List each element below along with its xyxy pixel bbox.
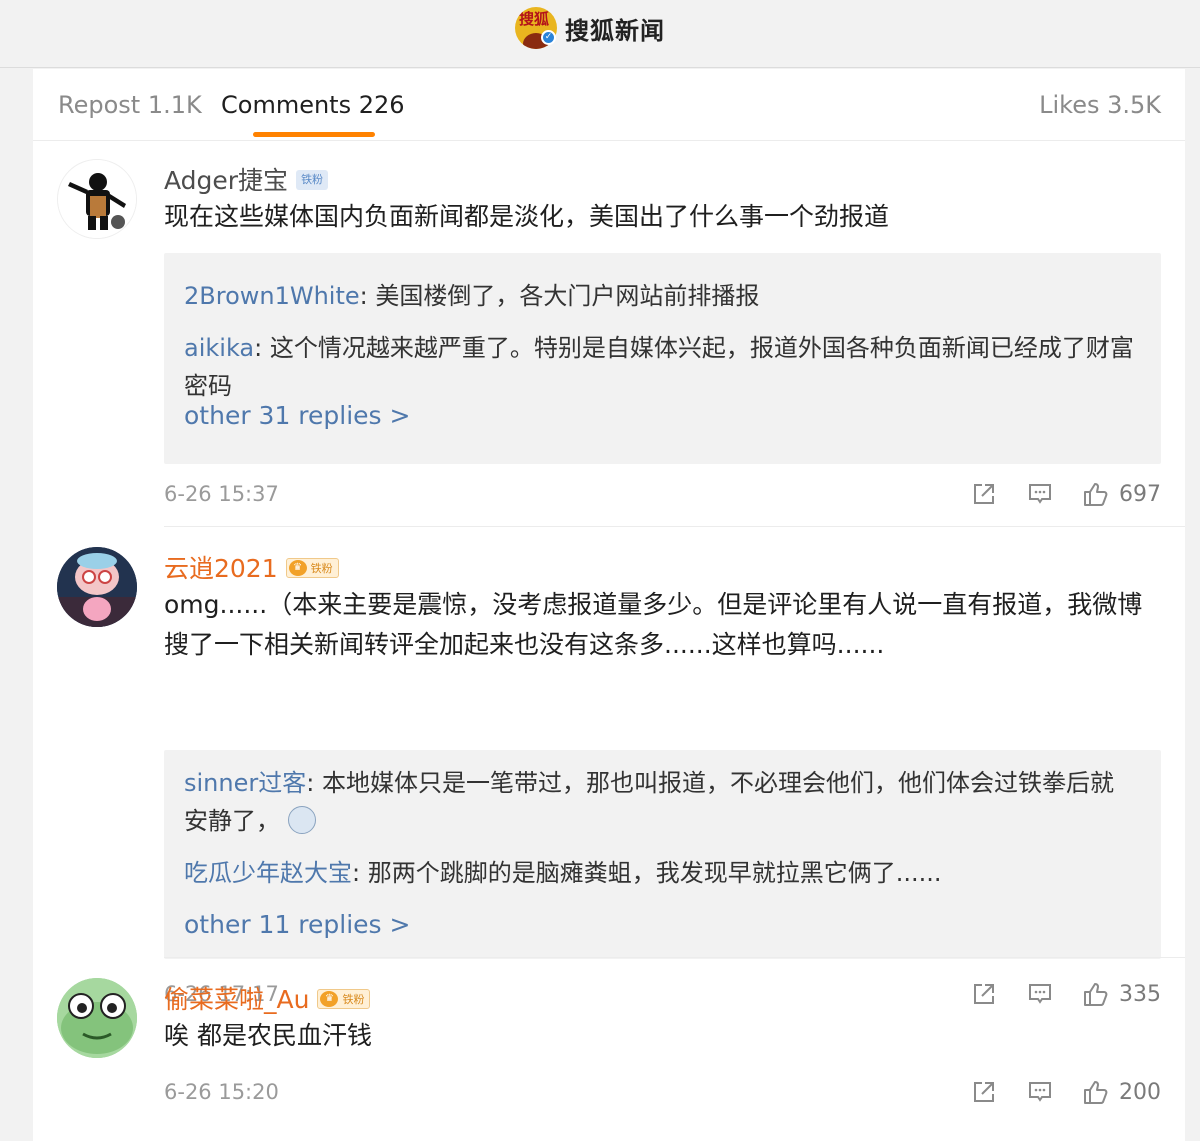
reply-item: sinner过客: 本地媒体只是一笔带过，那也叫报道，不必理会他们，他们体会过铁… <box>184 764 1134 840</box>
comments-panel: Repost 1.1K Comments 226 Likes 3.5K Adge… <box>33 69 1185 1141</box>
share-button[interactable] <box>971 481 997 507</box>
like-button[interactable]: 200 <box>1083 1079 1161 1105</box>
share-icon <box>974 1082 994 1102</box>
account-brand[interactable]: 搜狐 搜狐新闻 <box>515 7 665 49</box>
tab-likes[interactable]: Likes 3.5K <box>1039 91 1161 119</box>
comment-item: 云逍2021 ♛ 铁粉 omg......（本来主要是震惊，没考虑报道量多少。但是评… <box>33 527 1185 1007</box>
username-text: 云逍2021 <box>164 554 278 583</box>
avatar[interactable] <box>57 547 137 627</box>
comment-text: 现在这些媒体国内负面新闻都是淡化，美国出了什么事一个劲报道 <box>164 202 890 231</box>
reply-username[interactable]: aikika <box>184 334 254 362</box>
crown-icon: ♛ <box>320 991 339 1007</box>
reply-text: : 这个情况越来越严重了。特别是自媒体兴起，报道外国各种负面新闻已经成了财富密码 <box>184 334 1134 400</box>
comment-item: Adger捷宝 铁粉 现在这些媒体国内负面新闻都是淡化，美国出了什么事一个劲报道 … <box>33 141 1185 527</box>
crown-icon: ♛ <box>288 560 307 576</box>
comment-button[interactable] <box>1027 481 1053 507</box>
badge-label: 铁粉 <box>310 562 333 575</box>
comment-username[interactable]: 云逍2021 ♛ 铁粉 <box>164 549 339 585</box>
username-text: 偷菜菜啦_Au <box>164 985 310 1014</box>
comment-username[interactable]: 偷菜菜啦_Au ♛ 铁粉 <box>164 980 371 1016</box>
share-button[interactable] <box>971 1079 997 1105</box>
badge-label: 铁粉 <box>342 993 365 1006</box>
top-bar: 搜狐 搜狐新闻 ✓ <box>0 0 1200 68</box>
username-text: Adger捷宝 <box>164 166 289 195</box>
reply-item: 2Brown1White: 美国楼倒了，各大门户网站前排播报 <box>184 277 1134 315</box>
reply-box[interactable]: sinner过客: 本地媒体只是一笔带过，那也叫报道，不必理会他们，他们体会过铁… <box>164 750 1161 959</box>
like-count: 200 <box>1119 1079 1161 1105</box>
more-replies-link[interactable]: other 31 replies > <box>184 401 410 430</box>
reply-username[interactable]: 2Brown1White <box>184 282 360 310</box>
comment-icon <box>1029 1082 1051 1102</box>
reply-username[interactable]: sinner过客 <box>184 769 306 797</box>
reply-item: aikika: 这个情况越来越严重了。特别是自媒体兴起，报道外国各种负面新闻已经… <box>184 329 1134 405</box>
comment-time: 6-26 15:37 <box>164 482 279 506</box>
comment-text: 唉 都是农民血汗钱 <box>164 1021 372 1050</box>
comment-icon <box>1029 484 1051 504</box>
reply-username[interactable]: 吃瓜少年赵大宝 <box>184 859 352 887</box>
reply-text: : 那两个跳脚的是脑瘫粪蛆，我发现早就拉黑它俩了...... <box>352 859 942 887</box>
reply-text: : 本地媒体只是一笔带过，那也叫报道，不必理会他们，他们体会过铁拳后就安静了， <box>184 769 1114 835</box>
active-tab-indicator <box>253 132 375 137</box>
avatar[interactable] <box>57 159 137 239</box>
comment-time: 6-26 15:20 <box>164 1080 279 1104</box>
comment-actions: 200 <box>971 1077 1161 1107</box>
fan-badge: ♛ 铁粉 <box>285 558 339 578</box>
like-button[interactable]: 697 <box>1083 481 1161 507</box>
verified-icon: ✓ <box>541 30 556 45</box>
tab-comments[interactable]: Comments 226 <box>221 91 405 119</box>
comment-button[interactable] <box>1027 1079 1053 1105</box>
thumbs-up-icon <box>1084 1081 1108 1104</box>
fan-badge: 铁粉 <box>296 170 329 190</box>
avatar[interactable] <box>57 978 137 1058</box>
reply-item: 吃瓜少年赵大宝: 那两个跳脚的是脑瘫粪蛆，我发现早就拉黑它俩了...... <box>184 854 1134 892</box>
thumbs-up-icon <box>1084 483 1108 506</box>
tab-repost[interactable]: Repost 1.1K <box>58 91 202 119</box>
share-icon <box>974 484 994 504</box>
emoji-icon <box>288 806 316 834</box>
account-name: 搜狐新闻 <box>565 16 665 45</box>
like-count: 697 <box>1119 481 1161 507</box>
comment-text: omg......（本来主要是震惊，没考虑报道量多少。但是评论里有人说一直有报道… <box>164 590 1143 659</box>
comment-item: 偷菜菜啦_Au ♛ 铁粉 唉 都是农民血汗钱 6-26 15:20 200 <box>33 958 1185 1141</box>
tab-bar: Repost 1.1K Comments 226 Likes 3.5K <box>33 69 1185 141</box>
logo-text: 搜狐 <box>519 10 550 28</box>
more-replies-link[interactable]: other 11 replies > <box>184 910 410 939</box>
fan-badge: ♛ 铁粉 <box>317 989 371 1009</box>
comment-username[interactable]: Adger捷宝 铁粉 <box>164 161 329 197</box>
reply-text: : 美国楼倒了，各大门户网站前排播报 <box>359 282 760 310</box>
comment-actions: 697 <box>971 479 1161 509</box>
reply-box[interactable]: 2Brown1White: 美国楼倒了，各大门户网站前排播报 aikika: 这… <box>164 253 1161 464</box>
